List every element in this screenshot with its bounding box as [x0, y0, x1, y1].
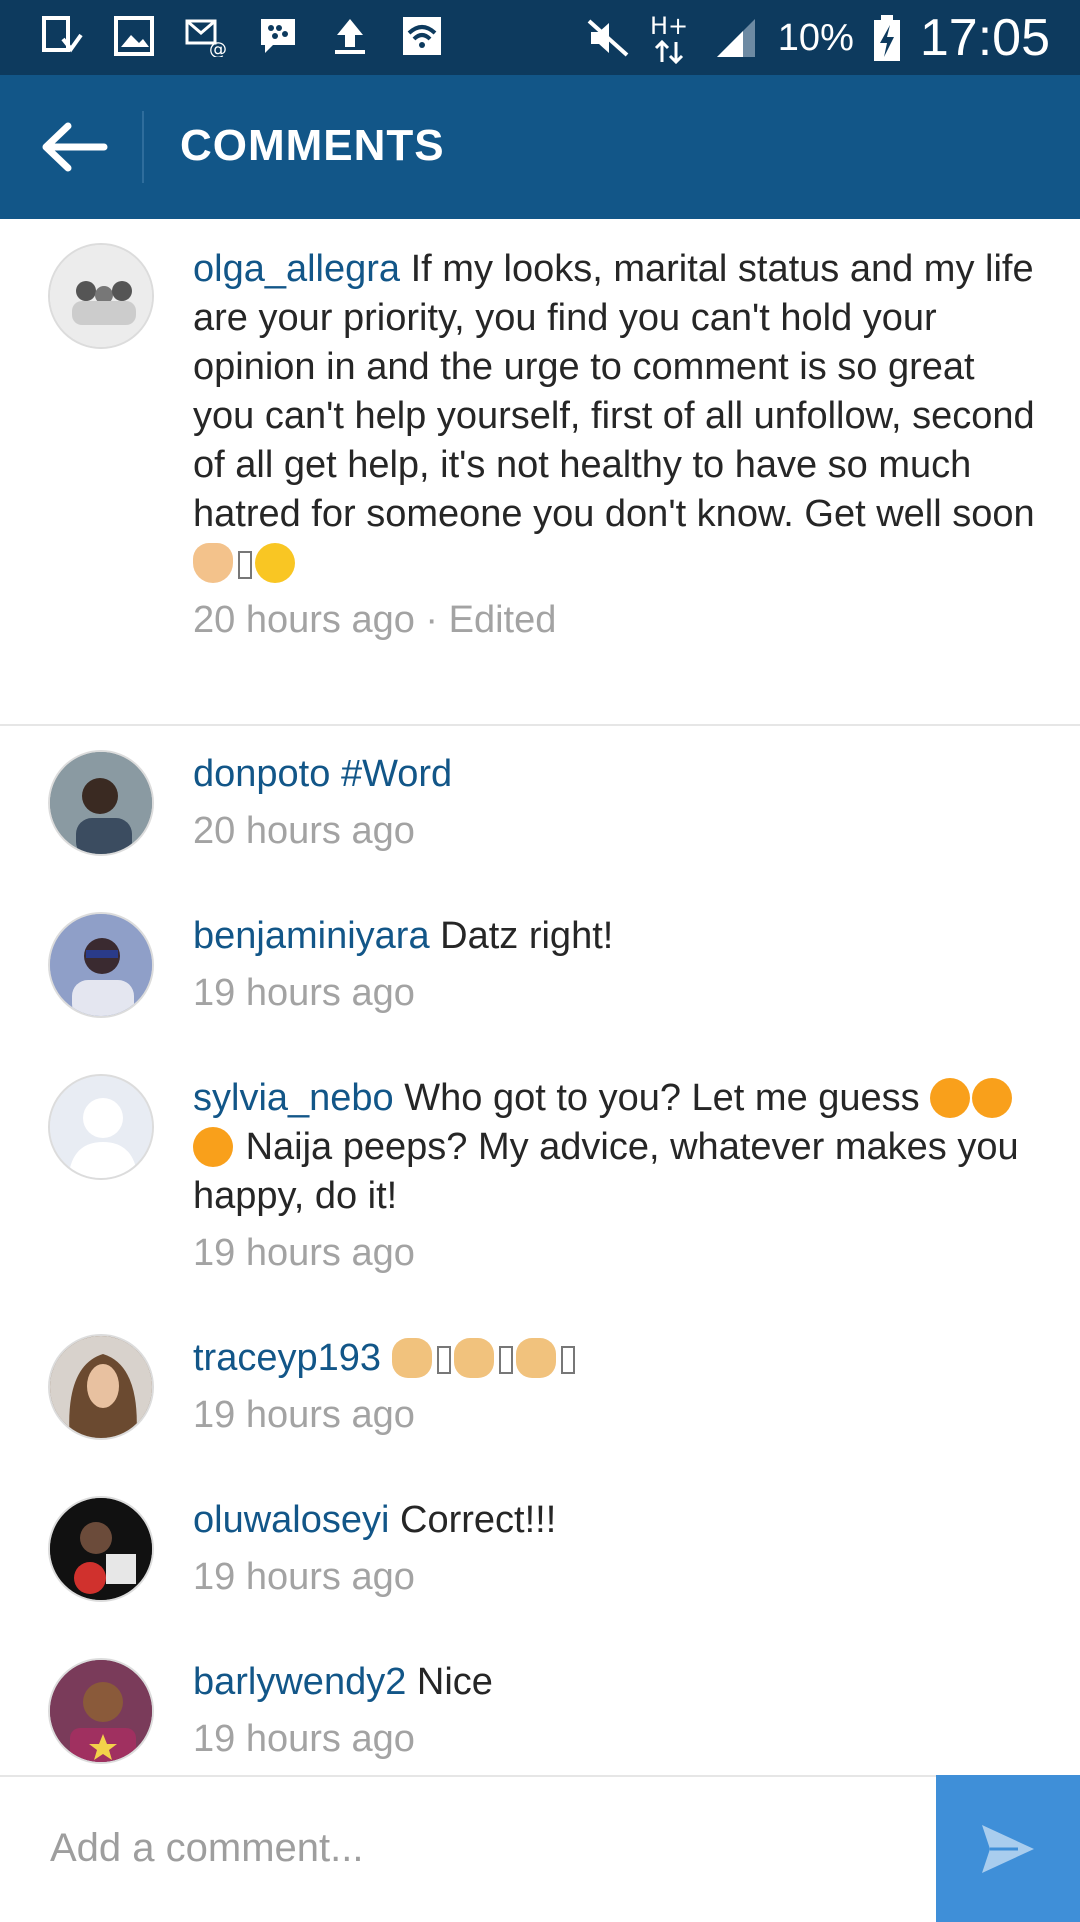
comment-username[interactable]: traceyp193 — [193, 1337, 381, 1379]
svg-text:@: @ — [209, 39, 227, 57]
comment-item: traceyp193 19 hours ago — [0, 1310, 1080, 1472]
comment-item: benjaminiyara Datz right! 19 hours ago — [0, 888, 1080, 1050]
mute-icon — [584, 14, 632, 62]
comment-timestamp: 20 hours ago — [193, 599, 415, 641]
missing-glyph-icon — [560, 1346, 575, 1374]
comment-text-line: barlywendy2 Nice — [193, 1658, 1040, 1707]
comments-list[interactable]: olga_allegra If my looks, marital status… — [0, 219, 1080, 1775]
comment-timestamp: 19 hours ago — [193, 1232, 415, 1274]
missing-glyph-icon — [498, 1346, 513, 1374]
flushed-kiss-emoji-icon — [193, 1127, 233, 1167]
comment-body: sylvia_nebo Who got to you? Let me guess… — [193, 1074, 1040, 1278]
comment-username[interactable]: oluwaloseyi — [193, 1499, 389, 1541]
avatar[interactable] — [48, 1496, 154, 1602]
flushed-kiss-emoji-icon — [972, 1078, 1013, 1118]
comment-body: traceyp193 19 hours ago — [193, 1334, 1040, 1440]
comment-text-line: oluwaloseyi Correct!!! — [193, 1496, 1040, 1545]
comment-input[interactable] — [48, 1817, 902, 1879]
avatar[interactable] — [48, 912, 154, 1018]
comment-timestamp: 20 hours ago — [193, 810, 415, 852]
comment-timestamp: 19 hours ago — [193, 972, 415, 1014]
missing-glyph-icon — [436, 1346, 451, 1374]
comment-item: sylvia_nebo Who got to you? Let me guess… — [0, 1050, 1080, 1310]
avatar[interactable] — [48, 1334, 154, 1440]
comment-text: Who got to you? Let me guess — [404, 1077, 920, 1119]
battery-percent: 10% — [777, 16, 854, 59]
image-icon — [110, 12, 158, 60]
status-right: H+ 10% 17:05 — [584, 6, 1050, 70]
kissing-face-emoji-icon — [255, 543, 295, 583]
comment-username[interactable]: olga_allegra — [193, 248, 400, 290]
avatar[interactable] — [48, 1658, 154, 1764]
comment-username[interactable]: barlywendy2 — [193, 1661, 406, 1703]
network-type-icon: H+ — [650, 12, 694, 64]
comment-text: Nice — [416, 1661, 493, 1703]
comment-text-line: donpoto #Word — [193, 750, 1040, 799]
wifi-icon — [398, 12, 446, 60]
comment-timestamp: 19 hours ago — [193, 1718, 415, 1760]
comment-body: benjaminiyara Datz right! 19 hours ago — [193, 912, 1040, 1018]
comment-text-continued: Naija peeps? My advice, whatever makes y… — [193, 1126, 1019, 1217]
send-button[interactable] — [936, 1775, 1080, 1922]
comment-text: Datz right! — [440, 915, 614, 957]
comment-hashtag[interactable]: #Word — [341, 753, 452, 795]
comment-item: olga_allegra If my looks, marital status… — [0, 219, 1080, 724]
clapping-hands-emoji-icon — [515, 1338, 556, 1378]
svg-text:H+: H+ — [650, 12, 688, 40]
comment-body: olga_allegra If my looks, marital status… — [193, 245, 1040, 645]
appbar-divider — [142, 111, 144, 183]
upload-icon — [326, 12, 374, 60]
comment-username[interactable]: sylvia_nebo — [193, 1077, 394, 1119]
comment-text-line: olga_allegra If my looks, marital status… — [193, 245, 1040, 588]
comment-text-line: benjaminiyara Datz right! — [193, 912, 1040, 961]
clapping-hands-emoji-icon — [391, 1338, 432, 1378]
avatar[interactable] — [48, 750, 154, 856]
comment-text: If my looks, marital status and my life … — [193, 248, 1035, 535]
comment-text: Correct!!! — [400, 1499, 557, 1541]
comment-input-bar — [0, 1775, 1080, 1922]
comment-timestamp: 19 hours ago — [193, 1556, 415, 1598]
comment-item: oluwaloseyi Correct!!! 19 hours ago — [0, 1472, 1080, 1634]
comment-username[interactable]: donpoto — [193, 753, 330, 795]
clapping-hands-emoji-icon — [453, 1338, 494, 1378]
tablet-download-icon — [38, 12, 86, 60]
comment-edited-label: · Edited — [414, 599, 557, 641]
page-title: COMMENTS — [180, 121, 445, 170]
comment-text-line: traceyp193 — [193, 1334, 1040, 1383]
comment-item: donpoto #Word 20 hours ago — [0, 726, 1080, 888]
battery-charging-icon — [872, 14, 902, 62]
comment-text-line: sylvia_nebo Who got to you? Let me guess… — [193, 1074, 1040, 1221]
flushed-kiss-emoji-icon — [930, 1078, 971, 1118]
comment-body: oluwaloseyi Correct!!! 19 hours ago — [193, 1496, 1040, 1602]
send-icon — [982, 1824, 1034, 1873]
notification-icons: @ — [38, 12, 446, 60]
comment-item: barlywendy2 Nice 19 hours ago — [0, 1634, 1080, 1775]
bbm-message-icon — [254, 12, 302, 60]
arrow-left-icon — [42, 122, 108, 172]
app-bar: COMMENTS — [0, 75, 1080, 219]
victory-hand-emoji-icon — [193, 543, 233, 583]
comment-username[interactable]: benjaminiyara — [193, 915, 430, 957]
comment-timestamp: 19 hours ago — [193, 1394, 415, 1436]
status-bar: @ H+ 10% 17:05 — [0, 0, 1080, 75]
clock: 17:05 — [919, 9, 1050, 67]
avatar[interactable] — [48, 1074, 154, 1180]
comment-meta: 20 hours ago · Edited — [193, 596, 1040, 645]
avatar[interactable] — [48, 243, 154, 349]
comment-body: barlywendy2 Nice 19 hours ago — [193, 1658, 1040, 1764]
email-icon: @ — [182, 12, 230, 60]
comment-body: donpoto #Word 20 hours ago — [193, 750, 1040, 856]
missing-glyph-icon — [238, 551, 252, 579]
back-button[interactable] — [28, 111, 118, 183]
signal-icon — [712, 14, 760, 62]
default-user-icon — [50, 1076, 152, 1178]
